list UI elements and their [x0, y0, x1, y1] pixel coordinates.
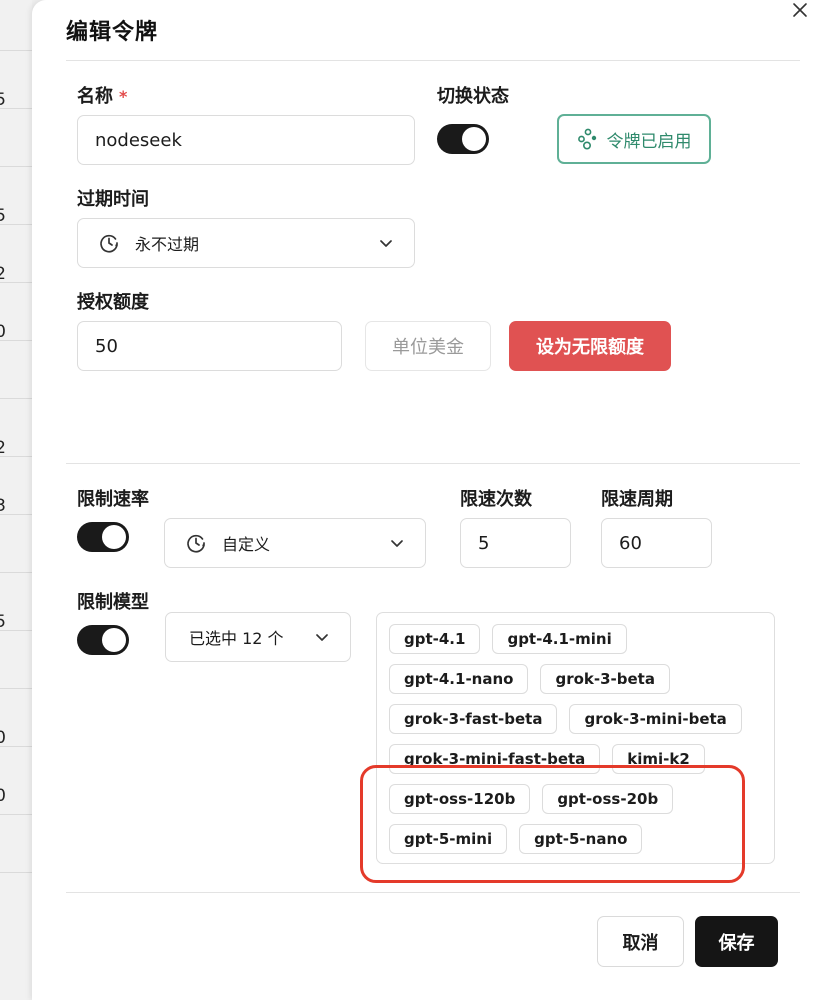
- model-limit-toggle[interactable]: [77, 625, 129, 655]
- model-tag[interactable]: grok-3-mini-beta: [569, 704, 742, 734]
- model-tag[interactable]: kimi-k2: [612, 744, 705, 774]
- selected-models-box: gpt-4.1 gpt-4.1-mini gpt-4.1-nano grok-3…: [376, 612, 775, 864]
- name-label-text: 名称: [77, 86, 113, 107]
- status-label: 切换状态: [437, 86, 509, 107]
- model-tag[interactable]: gpt-5-mini: [389, 824, 508, 854]
- model-select[interactable]: 已选中 12 个: [165, 612, 351, 662]
- rate-period-label: 限速周期: [601, 489, 673, 510]
- required-mark: *: [119, 87, 128, 106]
- chevron-down-icon: [316, 634, 328, 641]
- model-tag[interactable]: grok-3-beta: [540, 664, 670, 694]
- background-row: 5: [0, 50, 32, 110]
- name-input[interactable]: nodeseek: [77, 115, 415, 165]
- quota-input-value: 50: [95, 335, 118, 357]
- rate-period-input[interactable]: 60: [601, 518, 712, 568]
- background-row: [0, 872, 32, 930]
- model-tag-list: gpt-4.1 gpt-4.1-mini gpt-4.1-nano grok-3…: [389, 624, 769, 854]
- expiry-select-value: 永不过期: [135, 235, 200, 254]
- background-row: [0, 108, 32, 166]
- background-row: 5: [0, 572, 32, 632]
- model-select-summary: 已选中 12 个: [189, 629, 284, 648]
- set-unlimited-button[interactable]: 设为无限额度: [509, 321, 671, 371]
- clock-icon: [100, 234, 118, 253]
- model-tag[interactable]: gpt-4.1-mini: [492, 624, 627, 654]
- rate-limit-mode-select[interactable]: 自定义: [164, 518, 426, 568]
- chevron-down-icon: [391, 540, 403, 547]
- toggle-knob: [462, 127, 486, 151]
- background-table-edge: 5 5 2 0 2 3 5 0 50: [0, 0, 32, 1000]
- rate-limit-toggle[interactable]: [77, 522, 129, 552]
- name-label: 名称 *: [77, 82, 127, 108]
- model-tag[interactable]: gpt-oss-120b: [389, 784, 531, 814]
- background-row: 0: [0, 688, 32, 748]
- background-row: 2: [0, 224, 32, 284]
- expiry-label: 过期时间: [77, 189, 149, 210]
- close-button[interactable]: [788, 0, 812, 22]
- quota-label: 授权额度: [77, 292, 149, 313]
- model-tag[interactable]: grok-3-mini-fast-beta: [389, 744, 601, 774]
- cancel-button[interactable]: 取消: [597, 916, 684, 967]
- header-divider: [66, 60, 800, 61]
- chevron-down-icon: [380, 240, 392, 247]
- quota-input[interactable]: 50: [77, 321, 342, 371]
- status-icon: [577, 128, 596, 150]
- background-row: 2: [0, 398, 32, 458]
- status-badge: 令牌已启用: [557, 114, 711, 164]
- rate-count-label: 限速次数: [460, 489, 532, 510]
- unit-usd-button[interactable]: 单位美金: [365, 321, 491, 371]
- rate-period-value: 60: [619, 532, 642, 554]
- background-row: [0, 814, 32, 872]
- section-divider: [66, 463, 800, 464]
- toggle-knob: [102, 628, 126, 652]
- background-row: 50: [0, 746, 32, 806]
- edit-token-modal: 编辑令牌 名称 * nodeseek 切换状态 令牌已启用 过期时间 永不过期 授…: [32, 0, 834, 1000]
- clock-icon: [187, 534, 205, 553]
- expiry-select[interactable]: 永不过期: [77, 218, 415, 268]
- model-limit-label: 限制模型: [77, 592, 149, 613]
- footer-divider: [66, 892, 800, 893]
- status-toggle[interactable]: [437, 124, 489, 154]
- name-input-value: nodeseek: [95, 129, 182, 151]
- status-badge-text: 令牌已启用: [606, 131, 692, 152]
- background-row-text: 50: [0, 786, 6, 806]
- close-icon: [793, 3, 807, 17]
- model-tag[interactable]: gpt-4.1-nano: [389, 664, 529, 694]
- rate-count-value: 5: [478, 532, 490, 554]
- model-tag[interactable]: gpt-4.1: [389, 624, 481, 654]
- background-row: 5: [0, 166, 32, 226]
- background-row: 3: [0, 456, 32, 516]
- rate-limit-label: 限制速率: [77, 489, 149, 510]
- toggle-knob: [102, 525, 126, 549]
- rate-limit-mode-value: 自定义: [222, 535, 271, 554]
- background-row: 0: [0, 282, 32, 342]
- model-tag[interactable]: gpt-5-nano: [519, 824, 643, 854]
- background-row: [0, 630, 32, 688]
- background-row: [0, 514, 32, 572]
- model-tag[interactable]: grok-3-fast-beta: [389, 704, 558, 734]
- background-row: [0, 340, 32, 398]
- save-button[interactable]: 保存: [695, 916, 778, 967]
- rate-count-input[interactable]: 5: [460, 518, 571, 568]
- modal-title: 编辑令牌: [66, 20, 159, 45]
- model-tag[interactable]: gpt-oss-20b: [542, 784, 674, 814]
